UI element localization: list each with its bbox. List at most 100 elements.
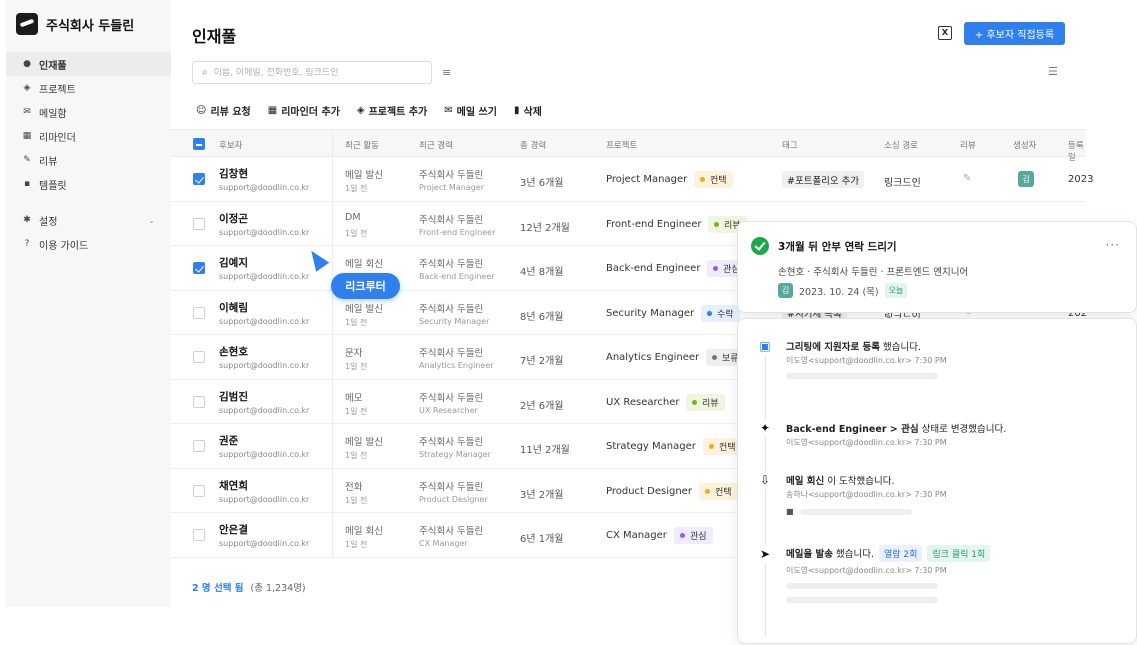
row-checkbox[interactable] xyxy=(193,395,205,408)
event-title-rest: 했습니다. xyxy=(833,549,875,560)
user-review-icon: ☺ xyxy=(196,105,207,116)
sidebar-item-mailbox[interactable]: ✉ 메일함 xyxy=(6,100,171,124)
status-dot-icon xyxy=(692,399,697,405)
project-name[interactable]: CX Manager xyxy=(606,530,667,541)
add-reminder-button[interactable]: ▦ 리마인더 추가 xyxy=(268,103,340,118)
column-header[interactable]: 프로젝트 xyxy=(606,139,637,151)
candidate-name[interactable]: 김창현 xyxy=(219,166,248,181)
sidebar-item-label: 프로젝트 xyxy=(39,84,76,96)
recent-company: 주식회사 두들린 xyxy=(419,526,484,537)
brand[interactable]: 주식회사 두들린 xyxy=(16,13,134,35)
reminder-date: 2023. 10. 24 (목) xyxy=(799,286,879,298)
add-candidate-button[interactable]: + 후보자 직접등록 xyxy=(964,22,1065,45)
status-badge[interactable]: 컨택 xyxy=(699,482,738,500)
tag-chip[interactable]: #포트폴리오 추가 xyxy=(782,171,865,188)
row-checkbox[interactable] xyxy=(193,529,205,541)
doodlin-logo-icon xyxy=(16,13,38,35)
row-checkbox[interactable] xyxy=(193,484,205,497)
row-checkbox[interactable] xyxy=(193,217,205,230)
recent-activity-time: 1일 전 xyxy=(345,451,368,460)
select-all-checkbox[interactable] xyxy=(193,138,205,150)
recent-company: 주식회사 두들린 xyxy=(419,481,484,493)
row-checkbox[interactable] xyxy=(193,440,205,452)
status-badge[interactable]: 리뷰 xyxy=(686,393,725,411)
column-header[interactable]: 태그 xyxy=(782,139,798,151)
search-icon: ⌕ xyxy=(202,67,208,78)
candidate-email: support@doodlin.co.kr xyxy=(219,183,310,192)
write-mail-button[interactable]: ✉ 메일 쓰기 xyxy=(444,103,497,118)
status-badge[interactable]: 관심 xyxy=(674,527,713,544)
status-badge[interactable]: 컨택 xyxy=(703,438,742,455)
column-divider xyxy=(332,335,333,379)
status-dot-icon xyxy=(713,266,718,271)
candidate-name[interactable]: 김범진 xyxy=(219,389,248,404)
candidate-name[interactable]: 이혜림 xyxy=(219,300,248,315)
candidate-name[interactable]: 권준 xyxy=(219,433,238,448)
column-header[interactable]: 소싱 경로 xyxy=(884,139,918,151)
row-checkbox[interactable] xyxy=(193,306,205,319)
project-name[interactable]: UX Researcher xyxy=(606,397,679,408)
column-header[interactable]: 리뷰 xyxy=(960,139,976,151)
reminder-title: 3개월 뒤 안부 연락 드리기 xyxy=(778,241,897,253)
recent-role: CX Manager xyxy=(419,539,468,548)
project-name[interactable]: Security Manager xyxy=(606,308,694,319)
status-badge[interactable]: 수락 xyxy=(701,304,740,322)
review-icon[interactable]: ✎ xyxy=(963,173,971,184)
project-name[interactable]: Front-end Engineer xyxy=(606,219,701,230)
candidate-name[interactable]: 김예지 xyxy=(219,255,248,270)
add-project-button[interactable]: ◈ 프로젝트 추가 xyxy=(357,103,427,118)
status-label: 관심 xyxy=(690,532,707,542)
sidebar-item-talent-pool[interactable]: ● 인재풀 xyxy=(6,52,171,76)
project-name[interactable]: Product Designer xyxy=(606,486,692,497)
column-header[interactable]: 최근 경력 xyxy=(419,139,453,151)
check-circle-icon[interactable] xyxy=(751,237,769,255)
search-box[interactable]: ⌕ xyxy=(192,61,432,84)
project-name[interactable]: Strategy Manager xyxy=(606,441,696,452)
total-count: (총 1,234명) xyxy=(250,583,306,594)
event-meta: 송하나<support@doodlin.co.kr> 7:30 PM xyxy=(786,490,947,499)
bulk-actions: ☺ 리뷰 요청 ▦ 리마인더 추가 ◈ 프로젝트 추가 ✉ 메일 쓰기 ▮ 삭제 xyxy=(196,103,542,118)
review-request-button[interactable]: ☺ 리뷰 요청 xyxy=(196,103,251,118)
more-options-icon[interactable]: ··· xyxy=(1106,238,1120,252)
table-row[interactable]: 김창현 support@doodlin.co.kr 메일 발신 1일 전 주식회사 두들… xyxy=(171,157,1093,202)
row-checkbox[interactable] xyxy=(193,173,205,185)
sidebar-item-reminder[interactable]: ▦ 리마인더 xyxy=(6,124,171,148)
delete-button[interactable]: ▮ 삭제 xyxy=(514,103,542,118)
excel-export-icon[interactable]: X xyxy=(938,26,952,40)
candidate-name[interactable]: 채연희 xyxy=(219,478,248,493)
recent-activity-time: 1일 전 xyxy=(345,317,368,327)
row-checkbox[interactable] xyxy=(193,262,205,274)
sparkle-icon: ✦ xyxy=(756,419,774,437)
trash-icon: ▮ xyxy=(513,105,520,116)
registered-date: 2023 xyxy=(1068,174,1094,185)
reminder-subtitle: 손현호 · 주식회사 두들린 · 프론트엔드 엔지니어 xyxy=(778,267,969,278)
column-header[interactable]: 후보자 xyxy=(219,139,242,151)
column-header[interactable]: 최근 활동 xyxy=(345,139,379,151)
column-settings-icon[interactable]: ☰ xyxy=(1048,65,1058,78)
greeting-icon: ▣ xyxy=(756,337,774,355)
project-name[interactable]: Project Manager xyxy=(606,174,687,185)
candidate-name[interactable]: 손현호 xyxy=(219,344,248,359)
sidebar-item-review[interactable]: ✎ 리뷰 xyxy=(6,148,171,172)
sidebar-item-settings[interactable]: ✱ 설정 ⌄ xyxy=(6,208,171,232)
search-input[interactable] xyxy=(213,67,424,78)
recent-role: Back-end Engineer xyxy=(419,272,495,281)
filter-icon[interactable]: ≡ xyxy=(442,66,451,79)
column-header[interactable]: 총 경력 xyxy=(520,139,546,151)
project-name[interactable]: Back-end Engineer xyxy=(606,263,700,274)
sidebar-item-templates[interactable]: ▪ 템플릿 xyxy=(6,172,171,196)
recent-activity: 문자 xyxy=(345,348,363,359)
status-badge[interactable]: 컨택 xyxy=(694,171,733,188)
candidate-name[interactable]: 이정곤 xyxy=(219,211,248,226)
project-name[interactable]: Analytics Engineer xyxy=(606,352,699,363)
sidebar-item-projects[interactable]: ◈ 프로젝트 xyxy=(6,76,171,100)
column-divider xyxy=(332,379,333,423)
candidate-email: support@doodlin.co.kr xyxy=(219,405,310,415)
sidebar-nav: ● 인재풀 ◈ 프로젝트 ✉ 메일함 ▦ 리마인더 ✎ 리뷰 ▪ 템플릿 ✱ 설… xyxy=(6,52,171,256)
column-header[interactable]: 생성자 xyxy=(1013,139,1036,151)
sidebar-item-guide[interactable]: ? 이용 가이드 xyxy=(6,232,171,256)
send-icon: ➤ xyxy=(756,545,774,563)
candidate-name[interactable]: 안은결 xyxy=(219,522,248,537)
reminder-card[interactable]: 3개월 뒤 안부 연락 드리기 ··· 손현호 · 주식회사 두들린 · 프론트… xyxy=(737,221,1137,313)
row-checkbox[interactable] xyxy=(193,351,205,363)
